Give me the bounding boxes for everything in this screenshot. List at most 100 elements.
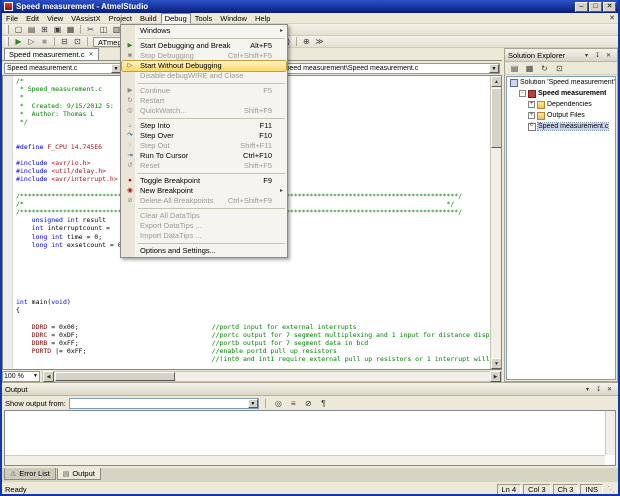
new-file-icon[interactable]: ▢ [12,24,25,35]
scroll-down-icon[interactable]: ▼ [491,358,501,369]
zoom-control[interactable]: 100 % ▼ [2,370,40,382]
code-line[interactable]: { [16,306,490,314]
menu-item-options-and-settings[interactable]: Options and Settings... [122,246,286,256]
menu-vassistx[interactable]: VAssistX [67,13,104,24]
output-horizontal-scrollbar[interactable] [5,455,605,465]
code-line[interactable]: int main(void) [16,298,490,306]
code-line[interactable] [16,314,490,322]
show-all-files-icon[interactable]: ▦ [523,63,536,74]
code-line[interactable] [16,257,490,265]
menu-item-run-to-cursor[interactable]: ⇥ Run To Cursor Ctrl+F10 [122,151,286,161]
code-line[interactable] [16,274,490,282]
menu-item-step-into[interactable]: ↓ Step Into F11 [122,121,286,131]
open-file-icon[interactable]: ▤ [25,24,38,35]
menu-item-new-breakpoint[interactable]: ◉ New Breakpoint ▸ [122,186,286,196]
word-wrap-icon[interactable]: ¶ [317,398,330,409]
editor-vertical-scrollbar[interactable]: ▲ ▼ [490,76,501,369]
expand-icon[interactable]: + [528,101,535,108]
close-panel-icon[interactable]: ✕ [603,52,614,59]
scroll-left-icon[interactable]: ◀ [43,370,54,382]
available-tools-icon[interactable]: ≫ [313,36,326,47]
bottom-tab-output[interactable]: ▤ Output [56,468,101,480]
menu-help[interactable]: Help [251,13,274,24]
menu-view[interactable]: View [43,13,67,24]
toolbar-grip[interactable] [6,37,9,46]
output-source-dropdown[interactable]: ▼ [68,397,259,409]
editor-horizontal-scrollbar[interactable]: ◀ ▶ [42,370,502,382]
device-programming-icon[interactable]: ⊕ [300,36,313,47]
cut-icon[interactable]: ✂ [84,24,97,35]
menu-edit[interactable]: Edit [22,13,43,24]
code-line[interactable] [16,282,490,290]
menu-project[interactable]: Project [105,13,136,24]
save-all-icon[interactable]: ▦ [64,24,77,35]
menu-item-stop-debugging[interactable]: ■ Stop Debugging Ctrl+Shift+F5 [122,51,286,61]
close-panel-icon[interactable]: ✕ [604,386,615,393]
tree-item-solution-speed-measurement-1-project[interactable]: Solution 'Speed measurement' (1 project) [507,77,615,88]
chevron-down-icon[interactable]: ▼ [247,398,258,408]
menu-item-step-over[interactable]: ↷ Step Over F10 [122,131,286,141]
find-message-icon[interactable]: ◎ [272,398,285,409]
view-code-icon[interactable]: ⊡ [553,63,566,74]
horizontal-scroll-thumb[interactable] [55,371,175,381]
menu-item-restart[interactable]: ↻ Restart [122,96,286,106]
tab-close-icon[interactable]: ✕ [88,51,93,58]
tree-item-speed-measurement[interactable]: - Speed measurement [507,88,615,99]
menu-item-disable-debugwire-and-close[interactable]: Disable debugWIRE and Close [122,71,286,81]
menu-build[interactable]: Build [136,13,161,24]
properties-icon[interactable]: ▤ [508,63,521,74]
menu-item-toggle-breakpoint[interactable]: ● Toggle Breakpoint F9 [122,176,286,186]
code-line[interactable]: //(int0 and int1 require external pull u… [16,355,490,363]
window-position-icon[interactable]: ▾ [582,386,593,393]
tab-speed-measurement-c[interactable]: Speed measurement.c ✕ [4,48,99,60]
start-debugging-icon[interactable]: ▶ [12,36,25,47]
build-solution-icon[interactable]: ⊟ [58,36,71,47]
menu-item-step-out[interactable]: ↑ Step Out Shift+F11 [122,141,286,151]
minimize-button[interactable]: – [575,1,588,12]
code-line[interactable]: DDRC = 0xDF; //portc output for 7 segmen… [16,331,490,339]
menu-item-import-datatips[interactable]: Import DataTips ... [122,231,286,241]
menu-item-delete-all-breakpoints[interactable]: ⊘ Delete All Breakpoints Ctrl+Shift+F9 [122,196,286,206]
code-line[interactable] [16,265,490,273]
compile-icon[interactable]: ⊡ [71,36,84,47]
menu-debug[interactable]: Debug [160,12,191,24]
tree-item-speed-measurement-c[interactable]: Speed measurement.c [507,121,615,132]
scroll-up-icon[interactable]: ▲ [491,76,501,87]
menu-item-export-datatips[interactable]: Export DataTips ... [122,221,286,231]
clear-all-icon[interactable]: ⊘ [302,398,315,409]
add-item-icon[interactable]: ⊞ [38,24,51,35]
start-without-debugging-icon[interactable]: ▷ [25,36,38,47]
resize-grip[interactable]: ⋱ [605,485,615,494]
breakpoint-gutter[interactable] [3,76,13,369]
chevron-down-icon[interactable]: ▼ [489,63,499,73]
menu-item-start-without-debugging[interactable]: ▷ Start Without Debugging [121,60,287,72]
code-line[interactable]: DDRD = 0x00; //portd input for external … [16,323,490,331]
menu-item-windows[interactable]: Windows ▸ [122,26,286,36]
pin-icon[interactable]: ↧ [593,386,604,393]
document-close-icon[interactable]: ✕ [606,14,618,22]
menu-item-clear-all-datatips[interactable]: Clear All DataTips [122,211,286,221]
menu-item-reset[interactable]: ↺ Reset Shift+F5 [122,161,286,171]
scroll-right-icon[interactable]: ▶ [490,370,501,382]
goto-message-icon[interactable]: ≡ [287,398,300,409]
menu-item-start-debugging-and-break[interactable]: ▶ Start Debugging and Break Alt+F5 [122,41,286,51]
window-position-icon[interactable]: ▾ [581,52,592,59]
code-line[interactable] [16,364,490,369]
stop-debugging-icon[interactable]: ■ [38,36,51,47]
toolbar-grip[interactable] [6,25,9,34]
output-vertical-scrollbar[interactable] [605,411,615,455]
tree-item-output-files[interactable]: + Output Files [507,110,615,121]
pin-icon[interactable]: ↧ [592,52,603,59]
copy-icon[interactable]: ◫ [97,24,110,35]
menu-window[interactable]: Window [216,13,251,24]
code-line[interactable]: PORTD |= 0xFF; //enable portd pull up re… [16,347,490,355]
collapse-icon[interactable]: - [519,90,526,97]
expand-icon[interactable]: + [528,112,535,119]
vertical-scroll-thumb[interactable] [491,88,501,148]
solution-explorer-header[interactable]: Solution Explorer ▾ ↧ ✕ [505,49,617,62]
maximize-button[interactable]: □ [589,1,602,12]
code-line[interactable] [16,290,490,298]
refresh-icon[interactable]: ↻ [538,63,551,74]
output-panel-header[interactable]: Output ▾ ↧ ✕ [2,383,618,396]
close-button[interactable]: ✕ [603,1,616,12]
